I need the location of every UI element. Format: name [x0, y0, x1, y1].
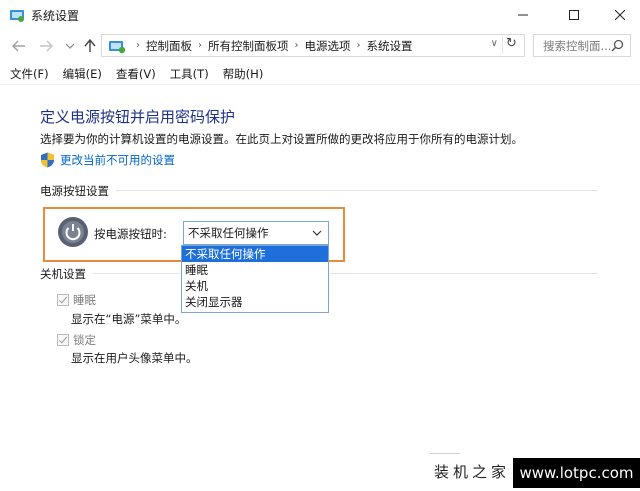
menu-edit[interactable]: 编辑(E): [63, 63, 102, 84]
sleep-label: 睡眠: [73, 293, 96, 307]
sleep-description: 显示在“电源”菜单中。: [71, 312, 187, 326]
breadcrumb-separator-icon: ›: [294, 40, 299, 51]
menu-tools[interactable]: 工具(T): [170, 63, 209, 84]
select-value: 不采取任何操作: [188, 226, 269, 240]
shield-icon: [41, 152, 54, 168]
sleep-checkbox[interactable]: [57, 294, 69, 306]
minimize-icon: [518, 14, 528, 16]
menu-bar: 文件(F) 编辑(E) 查看(V) 工具(T) 帮助(H): [0, 63, 640, 85]
control-panel-icon: [10, 10, 24, 22]
maximize-icon: [569, 10, 579, 20]
address-dropdown-icon[interactable]: ∨: [491, 38, 498, 49]
power-button-label: 按电源按钮时:: [94, 227, 167, 241]
page-title: 定义电源按钮并启用密码保护: [40, 108, 236, 126]
breadcrumb-item[interactable]: 系统设置: [367, 38, 413, 54]
close-button[interactable]: [597, 0, 640, 30]
up-arrow-icon: [84, 39, 96, 52]
sleep-checkbox-row: 睡眠: [57, 292, 96, 308]
watermark-url: www.lotpc.com: [513, 458, 640, 488]
lock-checkbox[interactable]: [57, 334, 69, 346]
navigation-bar: › 控制面板 › 所有控制面板项 › 电源选项 › 系统设置 ∨ ↻ 搜索控制面…: [0, 31, 640, 61]
shutdown-group-label: 关机设置: [40, 267, 86, 281]
breadcrumb-item[interactable]: 电源选项: [305, 38, 351, 54]
dropdown-option[interactable]: 睡眠: [182, 262, 328, 278]
chevron-down-icon: [66, 43, 74, 49]
power-button-action-select[interactable]: 不采取任何操作: [183, 221, 329, 245]
search-icon[interactable]: [611, 39, 624, 52]
maximize-button[interactable]: [551, 0, 597, 30]
watermark-text: 装机之家: [434, 463, 511, 481]
menu-file[interactable]: 文件(F): [10, 63, 49, 84]
group-divider: [93, 273, 179, 274]
bottom-button-edge: [430, 453, 460, 454]
change-unavailable-settings-link[interactable]: 更改当前不可用的设置: [40, 152, 175, 168]
recent-locations-button[interactable]: [60, 36, 80, 56]
power-group-label: 电源按钮设置: [40, 184, 109, 198]
chevron-down-icon: [312, 230, 322, 236]
breadcrumb-separator-icon: ›: [356, 40, 361, 51]
menu-view[interactable]: 查看(V): [116, 63, 156, 84]
breadcrumb-item[interactable]: 控制面板: [146, 38, 192, 54]
close-icon: [615, 10, 625, 20]
breadcrumb-item[interactable]: 所有控制面板项: [208, 38, 289, 54]
lock-label: 锁定: [73, 333, 96, 347]
forward-arrow-icon: [40, 40, 53, 52]
address-bar[interactable]: › 控制面板 › 所有控制面板项 › 电源选项 › 系统设置 ∨ ↻: [101, 34, 525, 57]
back-button[interactable]: [9, 36, 29, 56]
window-title: 系统设置: [31, 9, 80, 23]
dropdown-option[interactable]: 不采取任何操作: [182, 246, 328, 262]
page-description: 选择要为你的计算机设置的电源设置。在此页上对设置所做的更改将应用于你所有的电源计…: [40, 132, 523, 146]
control-panel-icon: [109, 40, 126, 53]
minimize-button[interactable]: [500, 0, 546, 30]
breadcrumb-separator-icon: ›: [198, 40, 202, 51]
search-box[interactable]: 搜索控制面...: [533, 34, 631, 57]
lock-description: 显示在用户头像菜单中。: [71, 351, 198, 365]
breadcrumb: › 控制面板 › 所有控制面板项 › 电源选项 › 系统设置: [130, 38, 413, 54]
group-divider: [330, 273, 598, 274]
up-button[interactable]: [80, 36, 100, 56]
forward-button[interactable]: [36, 36, 56, 56]
dropdown-option[interactable]: 关闭显示器: [182, 294, 328, 310]
dropdown-option[interactable]: 关机: [182, 278, 328, 294]
change-link-label[interactable]: 更改当前不可用的设置: [60, 152, 175, 168]
lock-checkbox-row: 锁定: [57, 332, 96, 348]
group-divider: [116, 190, 598, 191]
refresh-icon[interactable]: ↻: [502, 36, 520, 54]
back-arrow-icon: [12, 40, 25, 52]
dropdown-list: 不采取任何操作 睡眠 关机 关闭显示器: [181, 245, 329, 313]
search-input[interactable]: 搜索控制面...: [543, 38, 611, 54]
power-button-icon: [58, 217, 88, 247]
menu-help[interactable]: 帮助(H): [223, 63, 264, 84]
breadcrumb-separator-icon: ›: [136, 40, 140, 51]
title-bar: 系统设置: [0, 0, 640, 31]
